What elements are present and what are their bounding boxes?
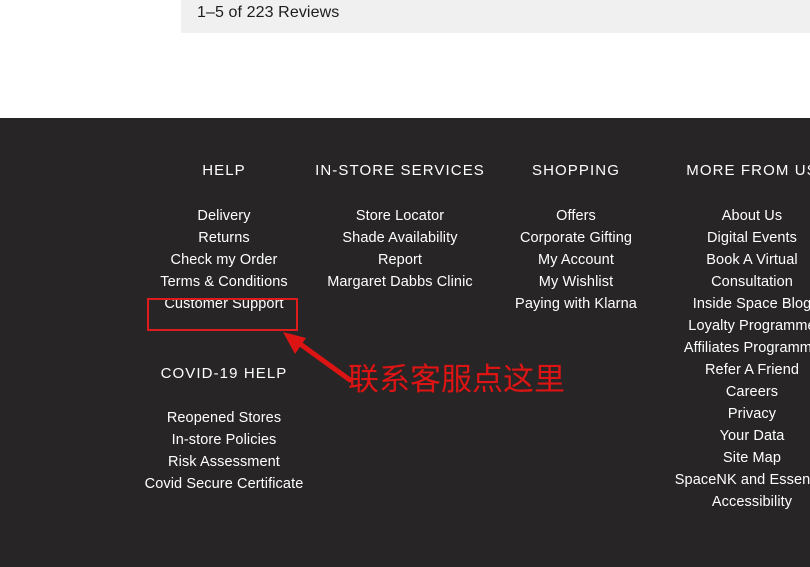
footer-column-title-shopping: SHOPPING — [532, 162, 620, 179]
footer-link-privacy[interactable]: Privacy — [652, 403, 810, 425]
footer-column-title-more-from-us: MORE FROM US — [686, 162, 810, 179]
footer-links-covid-help: Reopened Stores In-store Policies Risk A… — [124, 407, 324, 495]
footer-link-refer-a-friend[interactable]: Refer A Friend — [652, 359, 810, 381]
footer-link-loyalty-programme[interactable]: Loyalty Programme — [652, 315, 810, 337]
footer-link-site-map[interactable]: Site Map — [652, 447, 810, 469]
footer-links-more-from-us: About Us Digital Events Book A Virtual C… — [652, 205, 810, 513]
footer-link-your-data[interactable]: Your Data — [652, 425, 810, 447]
footer-link-risk-assessment[interactable]: Risk Assessment — [124, 451, 324, 473]
reviews-summary-bar: 1–5 of 223 Reviews — [181, 0, 810, 33]
site-footer: HELP Delivery Returns Check my Order Ter… — [0, 118, 810, 567]
footer-link-accessibility[interactable]: Accessibility — [652, 491, 810, 513]
footer-link-shade-availability-report-line1[interactable]: Shade Availability — [300, 227, 500, 249]
footer-link-inside-space-blog[interactable]: Inside Space Blog — [652, 293, 810, 315]
footer-column-shopping: SHOPPING Offers Corporate Gifting My Acc… — [476, 118, 676, 315]
footer-column-covid-help: COVID-19 HELP Reopened Stores In-store P… — [124, 365, 324, 495]
footer-link-offers[interactable]: Offers — [476, 205, 676, 227]
footer-column-more-from-us: MORE FROM US About Us Digital Events Boo… — [652, 118, 810, 513]
footer-link-margaret-dabbs-clinic[interactable]: Margaret Dabbs Clinic — [300, 271, 500, 293]
page-content-area: 1–5 of 223 Reviews — [0, 0, 810, 118]
footer-link-careers[interactable]: Careers — [652, 381, 810, 403]
footer-link-in-store-policies[interactable]: In-store Policies — [124, 429, 324, 451]
footer-link-customer-support[interactable]: Customer Support — [124, 293, 324, 315]
footer-column-title-covid-help: COVID-19 HELP — [160, 365, 288, 382]
footer-links-in-store-services: Store Locator Shade Availability Report … — [300, 205, 500, 293]
reviews-count-label: 1–5 of 223 Reviews — [197, 4, 340, 21]
footer-link-book-a-virtual-consultation-line2[interactable]: Consultation — [652, 271, 810, 293]
footer-link-returns[interactable]: Returns — [124, 227, 324, 249]
footer-link-terms-conditions[interactable]: Terms & Conditions — [124, 271, 324, 293]
footer-links-shopping: Offers Corporate Gifting My Account My W… — [476, 205, 676, 315]
footer-link-corporate-gifting[interactable]: Corporate Gifting — [476, 227, 676, 249]
footer-column-title-in-store-services: IN-STORE SERVICES — [315, 162, 485, 179]
footer-links-help: Delivery Returns Check my Order Terms & … — [124, 205, 324, 315]
footer-link-spacenk-and-essential[interactable]: SpaceNK and Essential — [652, 469, 810, 491]
footer-link-my-account[interactable]: My Account — [476, 249, 676, 271]
footer-link-digital-events[interactable]: Digital Events — [652, 227, 810, 249]
footer-link-book-a-virtual-consultation-line1[interactable]: Book A Virtual — [652, 249, 810, 271]
footer-link-my-wishlist[interactable]: My Wishlist — [476, 271, 676, 293]
footer-link-delivery[interactable]: Delivery — [124, 205, 324, 227]
footer-link-paying-with-klarna[interactable]: Paying with Klarna — [476, 293, 676, 315]
footer-link-check-my-order[interactable]: Check my Order — [124, 249, 324, 271]
footer-link-covid-secure-certificate[interactable]: Covid Secure Certificate — [124, 473, 324, 495]
footer-column-title-help: HELP — [202, 162, 246, 179]
footer-column-in-store-services: IN-STORE SERVICES Store Locator Shade Av… — [300, 118, 500, 293]
footer-link-affiliates-programme[interactable]: Affiliates Programme — [652, 337, 810, 359]
footer-link-reopened-stores[interactable]: Reopened Stores — [124, 407, 324, 429]
footer-link-store-locator[interactable]: Store Locator — [300, 205, 500, 227]
footer-column-help: HELP Delivery Returns Check my Order Ter… — [124, 118, 324, 315]
footer-link-about-us[interactable]: About Us — [652, 205, 810, 227]
footer-link-shade-availability-report-line2[interactable]: Report — [300, 249, 500, 271]
